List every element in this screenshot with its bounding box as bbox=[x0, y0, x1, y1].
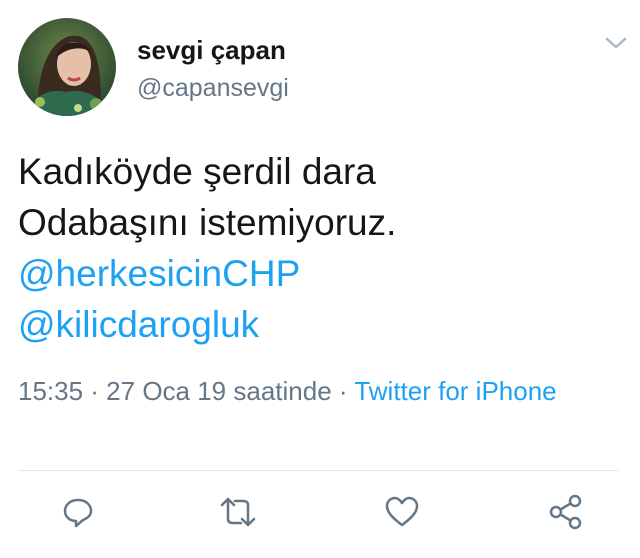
chevron-down-icon[interactable] bbox=[603, 32, 629, 54]
user-handle[interactable]: @capansevgi bbox=[137, 74, 289, 103]
avatar-image bbox=[18, 18, 116, 116]
reply-icon[interactable] bbox=[56, 490, 100, 534]
display-name[interactable]: sevgi çapan bbox=[137, 35, 286, 66]
tweet-metadata: 15:35 · 27 Oca 19 saatinde · Twitter for… bbox=[18, 371, 618, 411]
action-bar bbox=[0, 490, 640, 540]
retweet-icon[interactable] bbox=[216, 490, 260, 534]
tweet-text-line: Kadıköyde şerdil dara bbox=[18, 151, 376, 192]
share-icon[interactable] bbox=[544, 490, 588, 534]
mention-link[interactable]: @herkesicinCHP bbox=[18, 248, 618, 299]
mention-link[interactable]: @kilicdarogluk bbox=[18, 299, 618, 350]
tweet-text: Kadıköyde şerdil dara Odabaşını istemiyo… bbox=[18, 146, 618, 350]
divider bbox=[18, 470, 618, 471]
tweet-source-link[interactable]: Twitter for iPhone bbox=[354, 376, 556, 406]
tweet-timestamp[interactable]: 15:35 · 27 Oca 19 saatinde · bbox=[18, 376, 348, 406]
avatar[interactable] bbox=[18, 18, 116, 116]
tweet-card: sevgi çapan @capansevgi Kadıköyde şerdil… bbox=[0, 0, 640, 558]
heart-icon[interactable] bbox=[380, 490, 424, 534]
tweet-text-line: Odabaşını istemiyoruz. bbox=[18, 202, 397, 243]
